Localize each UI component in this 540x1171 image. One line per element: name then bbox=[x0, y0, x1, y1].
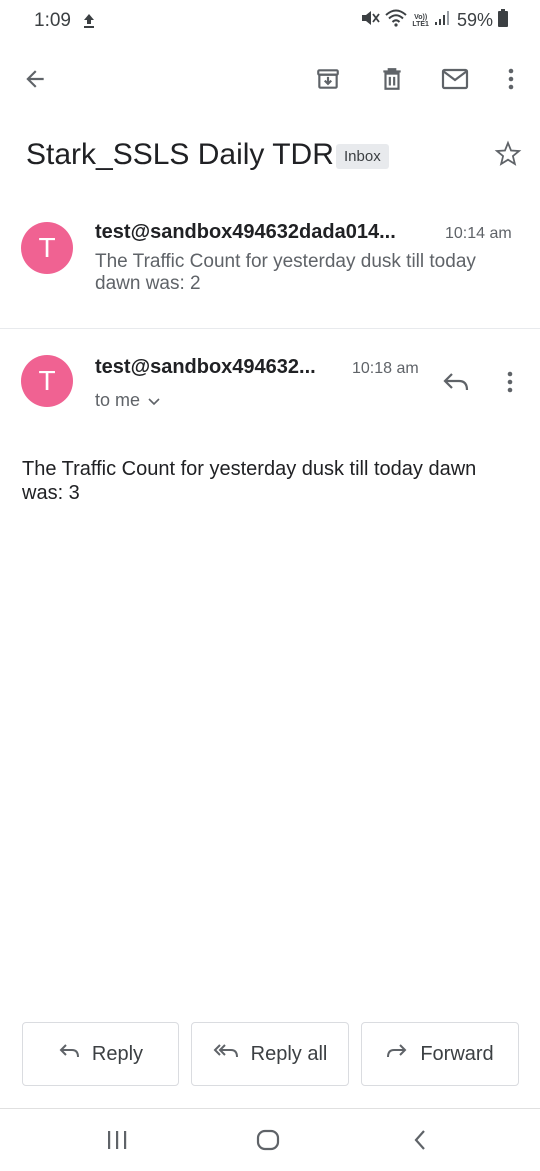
reply-all-icon bbox=[213, 1042, 239, 1066]
back-nav-icon[interactable] bbox=[405, 1127, 435, 1153]
reply-all-label: Reply all bbox=[250, 1042, 328, 1065]
battery-percent: 59% bbox=[456, 10, 493, 30]
lte-label: LTE1 bbox=[412, 20, 429, 28]
status-time: 1:09 bbox=[34, 10, 71, 31]
chevron-down-icon bbox=[148, 390, 160, 411]
sender-avatar: T bbox=[21, 222, 73, 274]
message-time: 10:14 am bbox=[445, 225, 512, 242]
battery-icon bbox=[498, 9, 508, 32]
status-bar: 1:09 Vo)) LTE1 59% bbox=[0, 0, 540, 44]
message-snippet: The Traffic Count for yesterday dusk til… bbox=[95, 251, 476, 294]
forward-button[interactable]: Forward bbox=[361, 1022, 519, 1086]
trash-icon[interactable] bbox=[377, 64, 407, 94]
recipient-label: to me bbox=[95, 390, 141, 410]
subject-row: Stark_SSLS Daily TDR Inbox bbox=[26, 138, 526, 178]
wifi-icon bbox=[385, 9, 408, 32]
status-indicators: Vo)) LTE1 59% bbox=[360, 9, 508, 32]
reply-icon[interactable] bbox=[442, 369, 470, 398]
more-vert-icon[interactable] bbox=[496, 64, 526, 94]
reply-all-button[interactable]: Reply all bbox=[191, 1022, 349, 1086]
reply-label: Reply bbox=[91, 1042, 144, 1065]
reply-icon bbox=[58, 1042, 80, 1066]
sender-address: test@sandbox494632dada014... bbox=[95, 221, 396, 243]
archive-icon[interactable] bbox=[313, 64, 343, 94]
message-time: 10:18 am bbox=[352, 360, 419, 377]
more-vert-icon[interactable] bbox=[506, 370, 514, 399]
collapsed-message[interactable]: T test@sandbox494632dada014... 10:14 am … bbox=[0, 206, 540, 329]
top-app-bar bbox=[0, 52, 540, 106]
expanded-message-header: T test@sandbox494632... 10:18 am to me bbox=[0, 340, 540, 430]
star-icon[interactable] bbox=[494, 140, 522, 173]
sender-address: test@sandbox494632... bbox=[95, 356, 316, 378]
recipient-toggle[interactable]: to me bbox=[95, 390, 160, 411]
network-label: Vo)) LTE1 bbox=[412, 14, 429, 28]
forward-icon bbox=[386, 1042, 408, 1066]
volte-label: Vo)) bbox=[414, 13, 428, 21]
recent-apps-icon[interactable] bbox=[102, 1127, 132, 1153]
forward-label: Forward bbox=[420, 1042, 494, 1065]
sender-avatar[interactable]: T bbox=[21, 355, 73, 407]
system-nav-bar bbox=[0, 1108, 540, 1171]
message-actions: Reply Reply all Forward bbox=[0, 1022, 540, 1086]
arrow-back-icon[interactable] bbox=[20, 64, 50, 94]
upload-arrow-icon bbox=[82, 13, 96, 34]
mail-icon[interactable] bbox=[440, 64, 470, 94]
email-subject: Stark_SSLS Daily TDR bbox=[26, 138, 334, 171]
mute-icon bbox=[360, 9, 381, 32]
home-icon[interactable] bbox=[253, 1127, 283, 1153]
message-body: The Traffic Count for yesterday dusk til… bbox=[22, 458, 477, 504]
signal-icon bbox=[434, 10, 452, 31]
inbox-label-chip[interactable]: Inbox bbox=[336, 144, 389, 169]
reply-button[interactable]: Reply bbox=[22, 1022, 179, 1086]
